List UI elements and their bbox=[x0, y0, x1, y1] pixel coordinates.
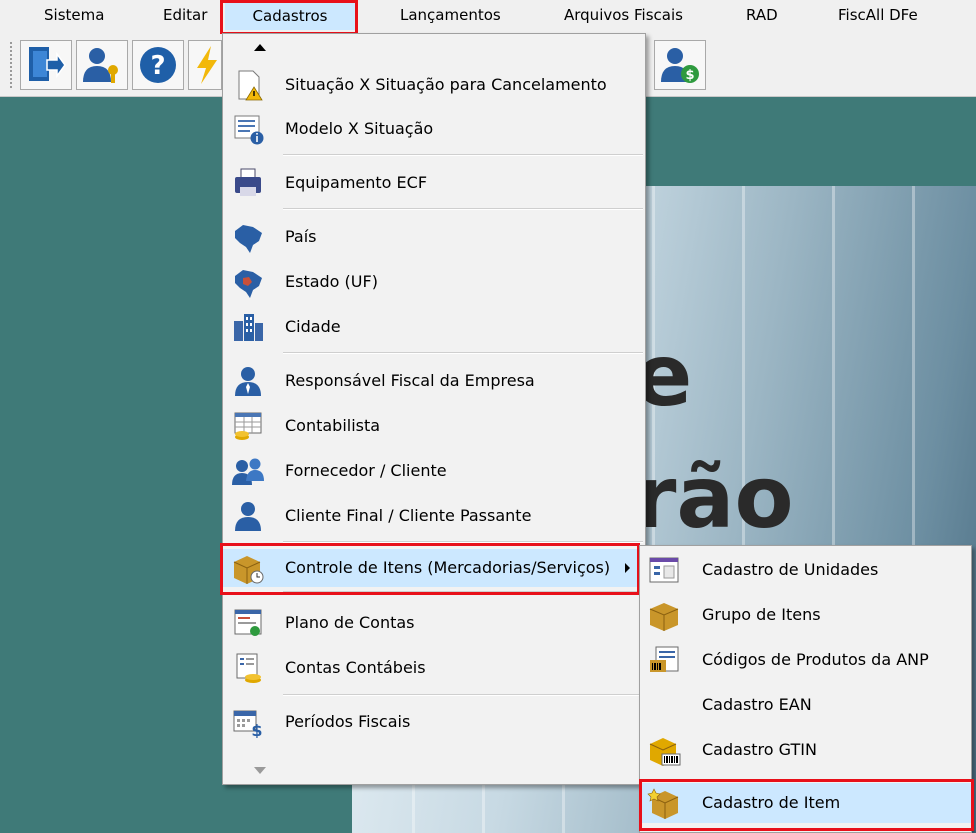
submenu-item-cadastro-item[interactable]: Cadastro de Item bbox=[640, 783, 971, 823]
menu-item-contabilista[interactable]: Contabilista bbox=[223, 407, 645, 445]
submenu-item-grupo-itens[interactable]: Grupo de Itens bbox=[640, 595, 971, 635]
brazil-map-icon bbox=[235, 225, 262, 253]
submenu-item-label: Códigos de Produtos da ANP bbox=[702, 650, 929, 669]
document-warning-icon bbox=[238, 70, 263, 101]
menu-item-label: Cidade bbox=[285, 317, 341, 336]
menu-item-cliente-final[interactable]: Cliente Final / Cliente Passante bbox=[223, 497, 645, 535]
window-units-icon bbox=[649, 557, 679, 583]
menu-item-contas-contabeis[interactable]: Contas Contábeis bbox=[223, 649, 645, 687]
menu-item-pais[interactable]: País bbox=[223, 218, 645, 256]
boxes-icon bbox=[649, 603, 679, 631]
ledger-icon bbox=[234, 609, 262, 636]
menu-item-controle-itens[interactable]: Controle de Itens (Mercadorias/Serviços) bbox=[223, 549, 645, 587]
toolbar-grip[interactable] bbox=[10, 42, 16, 88]
menu-item-label: Períodos Fiscais bbox=[285, 712, 411, 731]
menu-separator bbox=[283, 208, 643, 210]
person-tie-icon bbox=[235, 367, 261, 396]
submenu-item-label: Grupo de Itens bbox=[702, 605, 821, 624]
exit-button[interactable] bbox=[20, 40, 72, 90]
menu-rad[interactable]: RAD bbox=[746, 6, 778, 24]
submenu-item-cadastro-gtin[interactable]: Cadastro GTIN bbox=[640, 730, 971, 770]
menu-separator bbox=[283, 694, 643, 696]
menu-item-label: Plano de Contas bbox=[285, 613, 415, 632]
box-barcode-icon bbox=[649, 738, 681, 766]
menu-bar: Sistema Editar Cadastros Lançamentos Arq… bbox=[0, 0, 976, 34]
menu-item-label: Responsável Fiscal da Empresa bbox=[285, 371, 535, 390]
menu-fiscall-dfe[interactable]: FiscAll DFe bbox=[838, 6, 918, 24]
user-key-icon bbox=[83, 48, 118, 83]
scroll-up-arrow-icon[interactable] bbox=[254, 44, 266, 51]
svg-text:?: ? bbox=[150, 51, 165, 81]
accounts-coins-icon bbox=[236, 653, 261, 683]
menu-item-plano-contas[interactable]: Plano de Contas bbox=[223, 604, 645, 642]
help-button[interactable]: ? bbox=[132, 40, 184, 90]
lightning-button[interactable] bbox=[188, 40, 222, 90]
submenu-item-label: Cadastro de Item bbox=[702, 793, 841, 812]
menu-lancamentos[interactable]: Lançamentos bbox=[400, 6, 501, 24]
scroll-down-arrow-icon[interactable] bbox=[254, 767, 266, 774]
box-new-icon bbox=[647, 788, 679, 819]
menu-item-responsavel-fiscal[interactable]: Responsável Fiscal da Empresa bbox=[223, 362, 645, 400]
user-money-button[interactable]: $ bbox=[654, 40, 706, 90]
menu-item-label: Fornecedor / Cliente bbox=[285, 461, 447, 480]
menu-separator bbox=[283, 541, 643, 543]
menu-editar[interactable]: Editar bbox=[163, 6, 207, 24]
submenu-item-label: Cadastro EAN bbox=[702, 695, 812, 714]
submenu-item-codigos-anp[interactable]: Códigos de Produtos da ANP bbox=[640, 640, 971, 680]
menu-separator bbox=[283, 352, 643, 354]
menu-item-label: Controle de Itens (Mercadorias/Serviços) bbox=[285, 558, 611, 577]
calendar-dollar-icon: $ bbox=[233, 710, 263, 738]
submenu-item-label: Cadastro GTIN bbox=[702, 740, 817, 759]
menu-item-label: País bbox=[285, 227, 317, 246]
menu-item-label: Cliente Final / Cliente Passante bbox=[285, 506, 532, 525]
user-money-icon: $ bbox=[661, 48, 699, 83]
menu-sistema[interactable]: Sistema bbox=[44, 6, 104, 24]
lightning-icon bbox=[197, 46, 217, 84]
person-icon bbox=[235, 502, 261, 531]
banner-text-line2: rão bbox=[634, 448, 794, 548]
people-icon bbox=[232, 458, 264, 485]
menu-item-label: Situação X Situação para Cancelamento bbox=[285, 75, 607, 94]
cadastros-dropdown: Situação X Situação para Cancelamento Mo… bbox=[222, 33, 646, 785]
menu-arquivos-fiscais[interactable]: Arquivos Fiscais bbox=[564, 6, 683, 24]
menu-item-cidade[interactable]: Cidade bbox=[223, 308, 645, 346]
menu-item-situacao-cancelamento[interactable]: Situação X Situação para Cancelamento bbox=[223, 66, 645, 104]
calculator-coins-icon bbox=[234, 412, 262, 440]
submenu-item-cadastro-ean[interactable]: Cadastro EAN bbox=[640, 685, 971, 725]
controle-itens-submenu: Cadastro de Unidades Grupo de Itens Códi… bbox=[639, 545, 972, 833]
menu-item-fornecedor-cliente[interactable]: Fornecedor / Cliente bbox=[223, 452, 645, 490]
submenu-arrow-icon bbox=[625, 563, 630, 573]
exit-icon bbox=[29, 47, 66, 81]
submenu-item-label: Cadastro de Unidades bbox=[702, 560, 879, 579]
help-icon: ? bbox=[140, 47, 176, 83]
menu-separator bbox=[283, 591, 643, 593]
menu-item-label: Modelo X Situação bbox=[285, 119, 434, 138]
menu-item-label: Contas Contábeis bbox=[285, 658, 426, 677]
buildings-icon bbox=[234, 314, 263, 341]
brazil-state-map-icon bbox=[235, 270, 262, 298]
menu-item-label: Equipamento ECF bbox=[285, 173, 428, 192]
submenu-item-cadastro-unidades[interactable]: Cadastro de Unidades bbox=[640, 550, 971, 590]
user-key-button[interactable] bbox=[76, 40, 128, 90]
svg-text:$: $ bbox=[251, 721, 262, 738]
menu-item-estado-uf[interactable]: Estado (UF) bbox=[223, 263, 645, 301]
form-info-icon bbox=[234, 115, 264, 145]
box-clock-icon bbox=[233, 556, 264, 584]
svg-text:$: $ bbox=[685, 68, 694, 83]
menu-separator bbox=[283, 154, 643, 156]
menu-item-label: Estado (UF) bbox=[285, 272, 378, 291]
menu-item-label: Contabilista bbox=[285, 416, 381, 435]
menu-item-equipamento-ecf[interactable]: Equipamento ECF bbox=[223, 164, 645, 202]
barcode-card-icon bbox=[650, 646, 679, 672]
printer-icon bbox=[235, 168, 261, 196]
menu-item-modelo-situacao[interactable]: Modelo X Situação bbox=[223, 110, 645, 148]
menu-item-periodos-fiscais[interactable]: $ Períodos Fiscais bbox=[223, 703, 645, 741]
menu-cadastros[interactable]: Cadastros bbox=[225, 2, 355, 30]
